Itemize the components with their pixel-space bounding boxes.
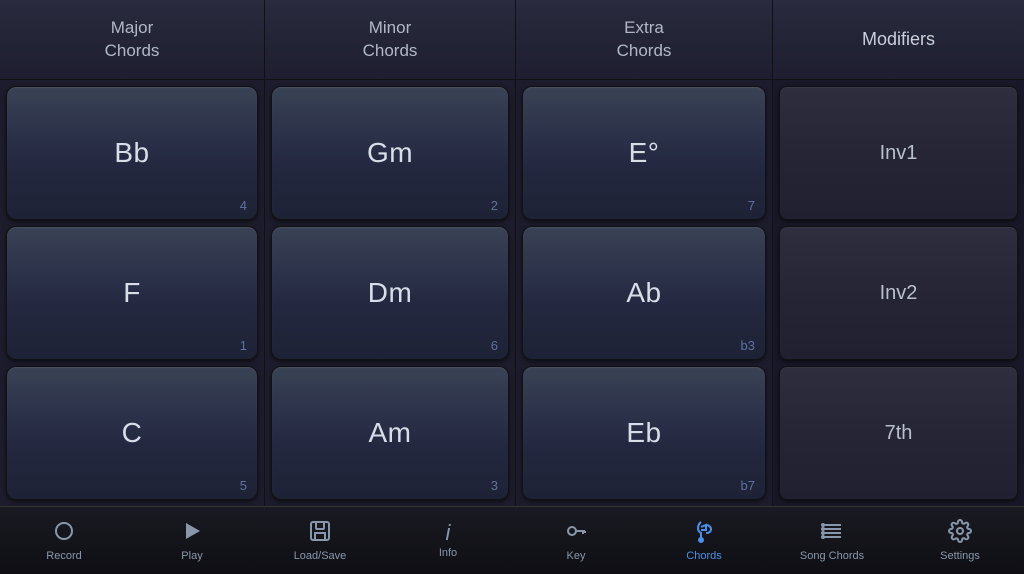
toolbar-play[interactable]: Play: [128, 507, 256, 574]
major-chords-section: Bb 4 F 1 C 5: [0, 80, 265, 506]
extra-chords-section: E° 7 Ab b3 Eb b7: [516, 80, 773, 506]
toolbar-key[interactable]: Key: [512, 507, 640, 574]
toolbar-song-chords[interactable]: Song Chords: [768, 507, 896, 574]
list-icon: [820, 519, 844, 547]
music-clef-icon: [692, 519, 716, 547]
toolbar-settings[interactable]: Settings: [896, 507, 1024, 574]
toolbar-loadsave[interactable]: Load/Save: [256, 507, 384, 574]
header-minor-chords: Minor Chords: [265, 0, 516, 79]
info-icon: i: [446, 522, 451, 544]
key-icon: [564, 519, 588, 547]
minor-chord-am[interactable]: Am 3: [271, 366, 509, 500]
main-area: Bb 4 F 1 C 5 Gm 2 Dm 6 Am 3 E° 7: [0, 80, 1024, 506]
modifier-inv1[interactable]: Inv1: [779, 86, 1018, 220]
header: Major Chords Minor Chords Extra Chords M…: [0, 0, 1024, 80]
toolbar-chords[interactable]: Chords: [640, 507, 768, 574]
modifiers-section: Inv1 Inv2 7th: [773, 80, 1024, 506]
minor-chord-dm[interactable]: Dm 6: [271, 226, 509, 360]
extra-chord-eb[interactable]: Eb b7: [522, 366, 766, 500]
floppy-icon: [308, 519, 332, 547]
extra-chord-edim[interactable]: E° 7: [522, 86, 766, 220]
major-chord-bb[interactable]: Bb 4: [6, 86, 258, 220]
minor-chord-gm[interactable]: Gm 2: [271, 86, 509, 220]
extra-chord-ab[interactable]: Ab b3: [522, 226, 766, 360]
header-extra-chords: Extra Chords: [516, 0, 773, 79]
gear-icon: [948, 519, 972, 547]
record-icon: [52, 519, 76, 547]
major-chord-c[interactable]: C 5: [6, 366, 258, 500]
header-major-chords: Major Chords: [0, 0, 265, 79]
header-modifiers: Modifiers: [773, 0, 1024, 79]
toolbar-record[interactable]: Record: [0, 507, 128, 574]
toolbar: Record Play Load/Save i Info: [0, 506, 1024, 574]
major-chord-f[interactable]: F 1: [6, 226, 258, 360]
minor-chords-section: Gm 2 Dm 6 Am 3: [265, 80, 516, 506]
modifier-inv2[interactable]: Inv2: [779, 226, 1018, 360]
play-icon: [180, 519, 204, 547]
toolbar-info[interactable]: i Info: [384, 507, 512, 574]
modifier-7th[interactable]: 7th: [779, 366, 1018, 500]
